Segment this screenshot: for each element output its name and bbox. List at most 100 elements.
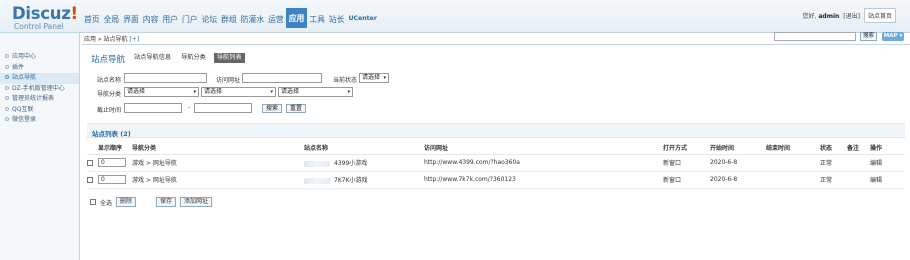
status-label: 当前状态: [333, 77, 358, 84]
row-open-mode: 新窗口: [663, 154, 710, 172]
footer-actions: 全选 删除 保存 添加网址: [90, 197, 213, 207]
sidebar-item[interactable]: 站点导航: [0, 73, 79, 84]
sidebar-item-label: 应用中心: [12, 53, 37, 60]
row-status: 正常: [820, 154, 847, 172]
row-checkbox[interactable]: [87, 159, 93, 166]
status-select[interactable]: 请选择 ▾: [359, 73, 389, 83]
breadcrumb-text: 应用 » 站点导航: [84, 36, 128, 43]
nav-users[interactable]: 用户: [160, 14, 180, 28]
page-title: 站点导航: [91, 55, 126, 65]
sidebar-item[interactable]: 插件: [0, 63, 79, 74]
row-start-time: 2020-6-8: [710, 154, 766, 172]
top-header: Discuz! Control Panel 首页 全局 界面 内容 用户 门户 …: [0, 0, 910, 33]
sidebar-item[interactable]: QQ互联: [0, 105, 79, 116]
bullet-icon: [5, 106, 9, 111]
category-select-1[interactable]: 请选择 ▾: [124, 87, 199, 97]
end-time-label: 截止时间: [97, 107, 122, 114]
logout-link[interactable]: [退出]: [843, 11, 860, 20]
site-name-input[interactable]: [124, 73, 207, 83]
greeting: 您好, admin: [802, 13, 840, 20]
category-select-3[interactable]: 请选择 ▾: [278, 87, 353, 97]
category-label: 导航分类: [97, 91, 122, 98]
save-button[interactable]: 保存: [156, 197, 177, 207]
sidebar: 应用中心插件站点导航 DZ-手机版管理中心 管理员统计报表 QQ互联微信登录: [0, 33, 80, 260]
select-all-label: 全选: [100, 199, 113, 207]
nav-groups[interactable]: 群组: [219, 14, 239, 28]
nav-ucenter[interactable]: UCenter: [347, 13, 379, 28]
sidebar-item[interactable]: 应用中心: [0, 52, 79, 63]
site-home-button[interactable]: 站点首页: [863, 8, 896, 23]
edit-link[interactable]: 编辑: [870, 171, 905, 189]
sidebar-item[interactable]: 微信登录: [0, 115, 79, 126]
select-all-checkbox[interactable]: [90, 199, 96, 205]
row-end-time: [766, 171, 820, 189]
bullet-icon: [5, 117, 9, 121]
nav-operations[interactable]: 运营: [266, 14, 286, 28]
site-logo-thumbnail: [304, 177, 330, 184]
admin-search-input[interactable]: [774, 32, 856, 41]
nav-home[interactable]: 首页: [82, 14, 102, 28]
nav-apps[interactable]: 应用: [285, 8, 308, 28]
admin-search-button[interactable]: 搜索: [860, 32, 877, 41]
reset-button[interactable]: 重置: [286, 104, 307, 113]
end-time-from-input[interactable]: [124, 103, 182, 113]
row-site-name: 7K7K小游戏: [334, 177, 368, 184]
sidebar-item-label: 插件: [12, 63, 25, 71]
col-order: 显示顺序: [98, 142, 132, 155]
logo-subtitle: Control Panel: [14, 22, 64, 31]
table-row: 0 游戏 > 网址导航 7K7K小游戏 http://www.7k7k.com/…: [87, 171, 905, 189]
end-time-to-input[interactable]: [194, 103, 252, 113]
row-remark: [847, 171, 870, 189]
order-input[interactable]: 0: [98, 175, 126, 184]
add-url-button[interactable]: 添加网址: [180, 197, 213, 207]
nav-interface[interactable]: 界面: [121, 14, 141, 28]
edit-link[interactable]: 编辑: [870, 154, 905, 172]
search-button[interactable]: 搜索: [262, 104, 283, 113]
nav-portal[interactable]: 门户: [180, 14, 200, 28]
sidebar-item[interactable]: DZ-手机版管理中心: [0, 84, 79, 95]
row-category: 游戏 > 网址导航: [132, 171, 304, 189]
tab-site-info[interactable]: 站点导航信息: [132, 53, 173, 63]
col-name: 站点名称: [304, 142, 424, 155]
sidebar-item-label: 微信登录: [12, 116, 37, 123]
col-category: 导航分类: [132, 142, 304, 155]
nav-content[interactable]: 内容: [141, 14, 161, 28]
col-remark: 备注: [847, 142, 870, 155]
nav-antispam[interactable]: 防灌水: [239, 14, 266, 28]
delete-button[interactable]: 删除: [116, 197, 137, 207]
add-shortcut-link[interactable]: [+]: [129, 36, 139, 43]
row-url: http://www.7k7k.com/?360123: [424, 171, 663, 189]
url-input[interactable]: [242, 73, 322, 83]
tab-nav-list[interactable]: 导航列表: [213, 53, 245, 63]
col-url: 访问网址: [424, 142, 663, 155]
main-content: 站点导航 站点导航信息 导航分类 导航列表 站点名称 访问网址 当前状态 请选择…: [82, 45, 910, 260]
row-status: 正常: [820, 171, 847, 189]
row-open-mode: 新窗口: [663, 171, 710, 189]
url-label: 访问网址: [216, 77, 241, 84]
row-category: 游戏 > 网址导航: [132, 154, 304, 172]
table-row: 0 游戏 > 网址导航 4399小游戏 http://www.4399.com/…: [87, 154, 905, 172]
list-header: 站点列表 (2): [87, 123, 905, 138]
nav-tools[interactable]: 工具: [307, 14, 327, 28]
nav-webmaster[interactable]: 站长: [327, 14, 347, 28]
chevron-down-icon: ▾: [193, 89, 196, 95]
sidebar-item[interactable]: 管理员统计报表: [0, 94, 79, 105]
category-select-2[interactable]: 请选择 ▾: [201, 87, 276, 97]
col-action: 操作: [870, 142, 905, 155]
sidebar-item-label: DZ-手机版管理中心: [12, 84, 65, 92]
order-input[interactable]: 0: [98, 158, 126, 167]
nav-forum[interactable]: 论坛: [200, 14, 220, 28]
sidebar-item-label: QQ互联: [12, 105, 34, 113]
list-title: 站点列表 (2): [92, 130, 131, 138]
logo: Discuz! Control Panel: [12, 5, 78, 32]
tab-nav-categories[interactable]: 导航分类: [179, 53, 208, 63]
top-nav: 首页 全局 界面 内容 用户 门户 论坛 群组 防灌水 运营 应用 工具 站长 …: [82, 7, 379, 28]
nav-global[interactable]: 全局: [102, 14, 122, 28]
sidebar-item-label: 管理员统计报表: [12, 95, 55, 102]
username: admin: [818, 13, 840, 20]
row-checkbox[interactable]: [87, 176, 93, 183]
bullet-icon: [5, 96, 9, 100]
breadcrumb: 应用 » 站点导航 [+]: [84, 34, 139, 43]
map-button[interactable]: MAP ▾: [882, 32, 904, 41]
row-site-name: 4399小游戏: [334, 160, 368, 167]
